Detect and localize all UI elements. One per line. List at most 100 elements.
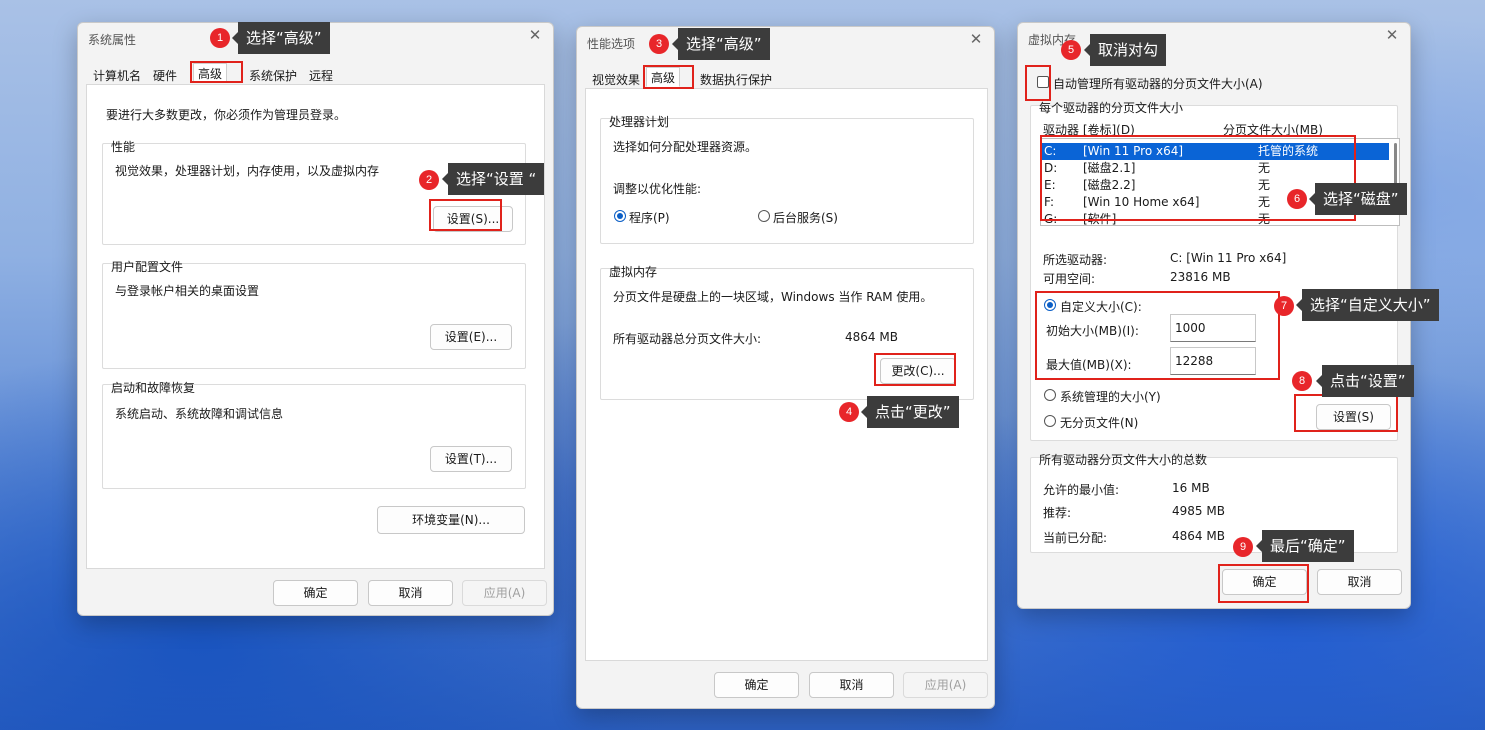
apply-button[interactable]: 应用(A) xyxy=(462,580,547,606)
cancel-button[interactable]: 取消 xyxy=(1317,569,1402,595)
step-callout-5: 取消对勾 xyxy=(1083,34,1167,66)
selected-drive-value: C: [Win 11 Pro x64] xyxy=(1170,251,1287,265)
advanced-panel: 要进行大多数更改，你必须作为管理员登录。 性能 视觉效果，处理器计划，内存使用，… xyxy=(86,84,545,569)
virtual-memory-group: 虚拟内存 分页文件是硬盘上的一块区域，Windows 当作 RAM 使用。 所有… xyxy=(600,265,974,400)
apply-button[interactable]: 应用(A) xyxy=(903,672,988,698)
startup-recovery-title: 启动和故障恢复 xyxy=(111,381,196,395)
drive-column-header: 驱动器 [卷标](D) xyxy=(1043,123,1135,137)
window-title: 系统属性 xyxy=(88,33,137,47)
processor-scheduling-desc: 选择如何分配处理器资源。 xyxy=(613,140,758,154)
step-badge-2: 2 xyxy=(419,170,439,190)
tab-advanced[interactable]: 高级 xyxy=(193,63,228,83)
recommended-label: 推荐: xyxy=(1043,506,1072,520)
drive-letter: C: xyxy=(1044,144,1057,158)
no-paging-label[interactable]: 无分页文件(N) xyxy=(1060,414,1138,431)
close-icon[interactable]: ✕ xyxy=(1382,25,1402,45)
min-allowed-label: 允许的最小值: xyxy=(1043,483,1120,497)
system-properties-window: 系统属性 ✕ 计算机名 硬件 高级 系统保护 远程 要进行大多数更改，你必须作为… xyxy=(77,22,554,616)
drive-label: [Win 11 Pro x64] xyxy=(1083,144,1184,158)
drive-label: [Win 10 Home x64] xyxy=(1083,195,1200,209)
set-button[interactable]: 设置(S) xyxy=(1316,404,1391,430)
close-icon[interactable]: ✕ xyxy=(525,25,545,45)
admin-note: 要进行大多数更改，你必须作为管理员登录。 xyxy=(106,108,347,122)
auto-manage-checkbox[interactable] xyxy=(1037,76,1049,88)
ok-button[interactable]: 确定 xyxy=(1222,569,1307,595)
total-paging-label: 所有驱动器总分页文件大小: xyxy=(613,332,762,346)
step-badge-1: 1 xyxy=(210,28,230,48)
step-callout-1: 选择“高级” xyxy=(232,22,330,54)
step-callout-4: 点击“更改” xyxy=(861,396,959,428)
programs-radio[interactable] xyxy=(614,210,626,222)
step-badge-3: 3 xyxy=(649,34,669,54)
environment-variables-button[interactable]: 环境变量(N)... xyxy=(377,506,525,534)
step-badge-5: 5 xyxy=(1061,40,1081,60)
startup-recovery-desc: 系统启动、系统故障和调试信息 xyxy=(115,407,284,421)
user-profile-settings-button[interactable]: 设置(E)... xyxy=(430,324,512,350)
background-services-radio[interactable] xyxy=(758,210,770,222)
programs-label[interactable]: 程序(P) xyxy=(629,209,670,226)
cancel-button[interactable]: 取消 xyxy=(809,672,894,698)
step-callout-9: 最后“确定” xyxy=(1256,530,1354,562)
step-callout-7: 选择“自定义大小” xyxy=(1296,289,1439,321)
step-badge-8: 8 xyxy=(1292,371,1312,391)
custom-size-radio[interactable] xyxy=(1044,299,1056,311)
currently-allocated-value: 4864 MB xyxy=(1172,529,1225,543)
custom-size-label[interactable]: 自定义大小(C): xyxy=(1060,298,1142,315)
cancel-button[interactable]: 取消 xyxy=(368,580,453,606)
tab-advanced[interactable]: 高级 xyxy=(646,67,681,87)
step-callout-3: 选择“高级” xyxy=(672,28,770,60)
free-space-value: 23816 MB xyxy=(1170,270,1231,284)
tab-computer-name[interactable]: 计算机名 xyxy=(88,65,147,85)
ok-button[interactable]: 确定 xyxy=(714,672,799,698)
step-badge-7: 7 xyxy=(1274,296,1294,316)
step-badge-4: 4 xyxy=(839,402,859,422)
drive-label: [软件] xyxy=(1083,212,1117,226)
virtual-memory-title: 虚拟内存 xyxy=(609,265,658,279)
selected-drive-label: 所选驱动器: xyxy=(1043,253,1108,267)
step-callout-2: 选择“设置 “ xyxy=(441,163,545,195)
background-services-label[interactable]: 后台服务(S) xyxy=(773,209,838,226)
drive-size: 无 xyxy=(1258,161,1271,175)
tab-hardware[interactable]: 硬件 xyxy=(148,65,183,85)
system-managed-label[interactable]: 系统管理的大小(Y) xyxy=(1060,388,1161,405)
max-size-label: 最大值(MB)(X): xyxy=(1046,358,1132,372)
drive-label: [磁盘2.1] xyxy=(1083,161,1136,175)
startup-recovery-settings-button[interactable]: 设置(T)... xyxy=(430,446,512,472)
drive-size: 无 xyxy=(1258,195,1271,209)
window-title: 性能选项 xyxy=(587,37,636,51)
tab-visual-effects[interactable]: 视觉效果 xyxy=(587,69,646,89)
total-paging-value: 4864 MB xyxy=(845,330,898,344)
auto-manage-label[interactable]: 自动管理所有驱动器的分页文件大小(A) xyxy=(1053,75,1263,92)
tab-dep[interactable]: 数据执行保护 xyxy=(695,69,778,89)
virtual-memory-desc: 分页文件是硬盘上的一块区域，Windows 当作 RAM 使用。 xyxy=(613,290,933,304)
drive-size: 无 xyxy=(1258,178,1271,192)
drive-letter: E: xyxy=(1044,178,1056,192)
user-profile-desc: 与登录帐户相关的桌面设置 xyxy=(115,284,260,298)
drive-size: 托管的系统 xyxy=(1258,144,1319,158)
no-paging-radio[interactable] xyxy=(1044,415,1056,427)
drive-letter: G: xyxy=(1044,212,1058,226)
step-badge-6: 6 xyxy=(1287,189,1307,209)
change-button[interactable]: 更改(C)... xyxy=(880,358,956,384)
tab-remote[interactable]: 远程 xyxy=(304,65,339,85)
max-size-input[interactable]: 12288 xyxy=(1170,347,1256,375)
close-icon[interactable]: ✕ xyxy=(966,29,986,49)
user-profile-group: 用户配置文件 与登录帐户相关的桌面设置 设置(E)... xyxy=(102,260,526,369)
totals-title: 所有驱动器分页文件大小的总数 xyxy=(1039,453,1208,467)
free-space-label: 可用空间: xyxy=(1043,272,1096,286)
drive-letter: F: xyxy=(1044,195,1055,209)
performance-settings-button[interactable]: 设置(S)... xyxy=(433,206,513,232)
recommended-value: 4985 MB xyxy=(1172,504,1225,518)
adjust-label: 调整以优化性能: xyxy=(613,182,702,196)
tab-system-protection[interactable]: 系统保护 xyxy=(244,65,303,85)
per-drive-title: 每个驱动器的分页文件大小 xyxy=(1039,101,1184,115)
drive-row-d[interactable]: D: [磁盘2.1] 无 xyxy=(1041,160,1389,177)
performance-desc: 视觉效果，处理器计划，内存使用，以及虚拟内存 xyxy=(115,164,380,178)
processor-scheduling-group: 处理器计划 选择如何分配处理器资源。 调整以优化性能: 程序(P) 后台服务(S… xyxy=(600,115,974,244)
step-callout-6: 选择“磁盘” xyxy=(1309,183,1407,215)
initial-size-input[interactable]: 1000 xyxy=(1170,314,1256,342)
system-managed-radio[interactable] xyxy=(1044,389,1056,401)
drive-row-c[interactable]: C: [Win 11 Pro x64] 托管的系统 xyxy=(1041,143,1389,160)
min-allowed-value: 16 MB xyxy=(1172,481,1210,495)
ok-button[interactable]: 确定 xyxy=(273,580,358,606)
